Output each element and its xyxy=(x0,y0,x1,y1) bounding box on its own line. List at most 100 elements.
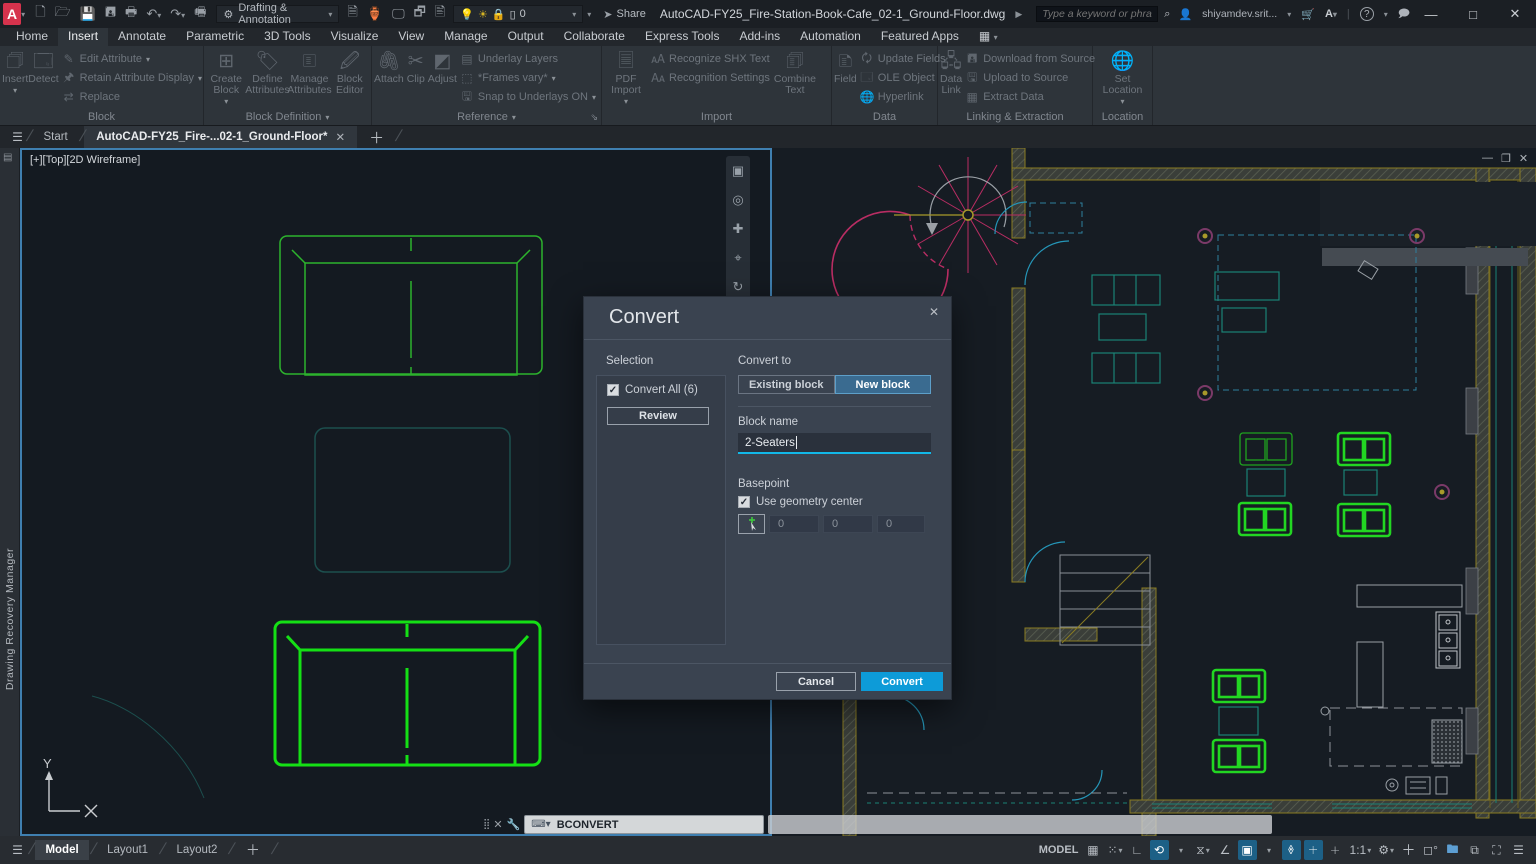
tab-add-ins[interactable]: Add-ins xyxy=(729,28,790,46)
data-link-button[interactable]: 🖧 Data Link xyxy=(940,47,962,109)
steering-wheel-icon[interactable]: ◎ xyxy=(732,192,743,208)
qat-overflow-chevron-icon[interactable]: ▾ xyxy=(587,10,591,19)
insert-block-button[interactable]: 🗇 Insert▾ xyxy=(2,47,28,109)
polar-tracking-icon[interactable]: ⟲ xyxy=(1150,840,1169,860)
feedback-balloon-icon[interactable]: 🗩 xyxy=(1398,5,1410,24)
viewcube-icon[interactable]: ▣ xyxy=(732,163,744,179)
attach-button[interactable]: 🖇 Attach xyxy=(374,47,404,109)
copy-icon[interactable]: 🗗 xyxy=(414,3,426,25)
object-snap-icon[interactable]: ▣ xyxy=(1238,840,1257,860)
graphics-performance-icon[interactable]: 🖿 xyxy=(1443,840,1462,860)
command-grip-icon[interactable]: ⣿ xyxy=(483,819,489,830)
replace-button[interactable]: ⇄ Replace xyxy=(62,88,202,107)
recognition-settings-button[interactable]: 🗛 Recognition Settings xyxy=(651,69,770,88)
zoom-icon[interactable]: ⌖ xyxy=(734,250,741,266)
minimize-button[interactable]: — xyxy=(1410,0,1452,28)
tab-collaborate[interactable]: Collaborate xyxy=(554,28,635,46)
viewport-controls[interactable]: [+][Top][2D Wireframe] xyxy=(30,154,140,166)
customization-plus-icon[interactable]: ＋ xyxy=(1399,840,1418,860)
panel-launcher-icon[interactable]: ⇘ xyxy=(590,112,598,123)
existing-block-toggle[interactable]: Existing block xyxy=(738,375,835,394)
cancel-button[interactable]: Cancel xyxy=(776,672,856,691)
set-location-button[interactable]: 🌐 Set Location▾ xyxy=(1097,47,1149,109)
dialog-close-icon[interactable]: ✕ xyxy=(929,305,939,319)
manage-attributes-button[interactable]: 🗉 Manage Attributes xyxy=(288,47,330,109)
layer-control[interactable]: 💡 ☀ 🔒 ▯ 0 ▾ xyxy=(453,5,583,23)
annotation-scale-icon[interactable]: 🞢 xyxy=(1326,840,1345,860)
pdf-import-button[interactable]: 🗏 PDF Import▾ xyxy=(604,47,648,109)
snap-to-underlays-button[interactable]: 🖫 Snap to Underlays ON▾ xyxy=(460,88,596,107)
play-icon[interactable]: ▶ xyxy=(1015,9,1022,20)
scale-value[interactable]: 1:1▾ xyxy=(1348,840,1374,860)
osnap-chevron-icon[interactable]: ▾ xyxy=(1260,840,1279,860)
grid-icon[interactable]: ▦ xyxy=(1083,840,1102,860)
user-avatar-icon[interactable]: 👤 xyxy=(1178,8,1192,21)
close-tab-icon[interactable]: ✕ xyxy=(336,130,346,144)
adjust-button[interactable]: ◩ Adjust xyxy=(428,47,457,109)
isolate-objects-icon[interactable]: ◻° xyxy=(1421,840,1440,860)
close-button[interactable]: ✕ xyxy=(1494,0,1536,28)
detect-button[interactable]: 🗔 Detect xyxy=(28,47,58,109)
app-menu-chevron-icon[interactable]: ▾ xyxy=(21,10,25,19)
recognize-shx-button[interactable]: 🗚 Recognize SHX Text xyxy=(651,50,770,69)
layout1-tab[interactable]: Layout1 xyxy=(97,840,158,860)
autoscale-icon[interactable]: 🞡 xyxy=(1304,840,1323,860)
upload-to-source-button[interactable]: 🖫 Upload to Source xyxy=(965,69,1095,88)
orbit-icon[interactable]: ↻ xyxy=(733,279,744,295)
basepoint-y-field[interactable]: 0 xyxy=(823,515,873,533)
search-input[interactable] xyxy=(1036,6,1158,22)
tab-parametric[interactable]: Parametric xyxy=(176,28,254,46)
share-button[interactable]: Share xyxy=(616,8,645,20)
update-fields-button[interactable]: 🗘 Update Fields xyxy=(860,50,946,69)
render-icon[interactable]: 🏺 xyxy=(367,6,383,22)
pan-icon[interactable]: ✚ xyxy=(733,221,744,237)
hyperlink-button[interactable]: 🌐 Hyperlink xyxy=(860,88,946,107)
field-button[interactable]: 🗈 Field xyxy=(834,47,857,109)
tab-view[interactable]: View xyxy=(388,28,434,46)
underlay-layers-button[interactable]: ▤ Underlay Layers xyxy=(460,50,596,69)
panel-label-block-definition[interactable]: Block Definition▾ xyxy=(204,109,371,125)
polar-chevron-icon[interactable]: ▾ xyxy=(1172,840,1191,860)
clip-button[interactable]: ✂ Clip xyxy=(404,47,428,109)
new-doc-tab-button[interactable]: ＋ xyxy=(357,126,396,148)
convert-button[interactable]: Convert xyxy=(861,672,943,691)
status-menu-icon[interactable]: ☰ xyxy=(1509,840,1528,860)
ribbon-options-icon[interactable]: ▦ ▾ xyxy=(969,28,1008,46)
retain-attribute-display-button[interactable]: 🖈 Retain Attribute Display▾ xyxy=(62,69,202,88)
model-tab[interactable]: Model xyxy=(35,840,88,860)
monitor-icon[interactable]: 🖵 xyxy=(392,6,405,22)
ortho-icon[interactable]: ∟ xyxy=(1128,840,1147,860)
new-block-toggle[interactable]: New block xyxy=(835,375,932,394)
edit-attribute-button[interactable]: ✎ Edit Attribute▾ xyxy=(62,50,202,69)
open-folder-icon[interactable]: 🗁 xyxy=(55,3,71,25)
panel-label-block[interactable]: Block xyxy=(0,109,203,125)
tab-visualize[interactable]: Visualize xyxy=(321,28,389,46)
tab-featured-apps[interactable]: Featured Apps xyxy=(871,28,969,46)
command-history-bar[interactable] xyxy=(768,815,1272,834)
sheet-icon[interactable]: 🗎 xyxy=(347,3,357,25)
batch-plot-icon[interactable]: 🖷 xyxy=(194,3,206,25)
isodraft-icon[interactable]: ⧖▾ xyxy=(1194,840,1213,860)
autodesk-logo-icon[interactable]: A▾ xyxy=(1325,8,1337,20)
tab-3d-tools[interactable]: 3D Tools xyxy=(254,28,320,46)
selected-sofas[interactable] xyxy=(1213,433,1390,772)
command-close-icon[interactable]: ✕ xyxy=(493,818,502,831)
command-input[interactable]: ⌨▾ BCONVERT xyxy=(524,815,764,834)
command-customize-icon[interactable]: 🔧 xyxy=(507,818,521,831)
sheet-pencil-icon[interactable]: 🖹 xyxy=(435,3,445,25)
sofa-block-outline[interactable] xyxy=(280,236,542,375)
screen-capture-icon[interactable]: ⧉ xyxy=(1465,840,1484,860)
block-editor-button[interactable]: 🖉 Block Editor xyxy=(330,47,369,109)
close-drawing-icon[interactable]: ✕ xyxy=(1519,152,1528,165)
cart-icon[interactable]: 🛒 xyxy=(1301,8,1315,21)
combine-text-button[interactable]: 🗊 Combine Text xyxy=(773,47,817,109)
model-space-button[interactable]: MODEL xyxy=(1037,840,1081,860)
create-block-button[interactable]: ⊞ Create Block▾ xyxy=(206,47,246,109)
tab-manage[interactable]: Manage xyxy=(434,28,497,46)
save-as-icon[interactable]: 🖪 xyxy=(105,3,116,25)
use-geometry-center-checkbox[interactable]: ✓ Use geometry center xyxy=(738,496,931,508)
user-name[interactable]: shiyamdev.srit... xyxy=(1202,8,1277,20)
command-prompt-icon[interactable]: ⌨▾ xyxy=(531,819,550,830)
palette-grip-icon[interactable]: ▤ xyxy=(3,152,12,163)
frames-vary-button[interactable]: ⬚ *Frames vary*▾ xyxy=(460,69,596,88)
